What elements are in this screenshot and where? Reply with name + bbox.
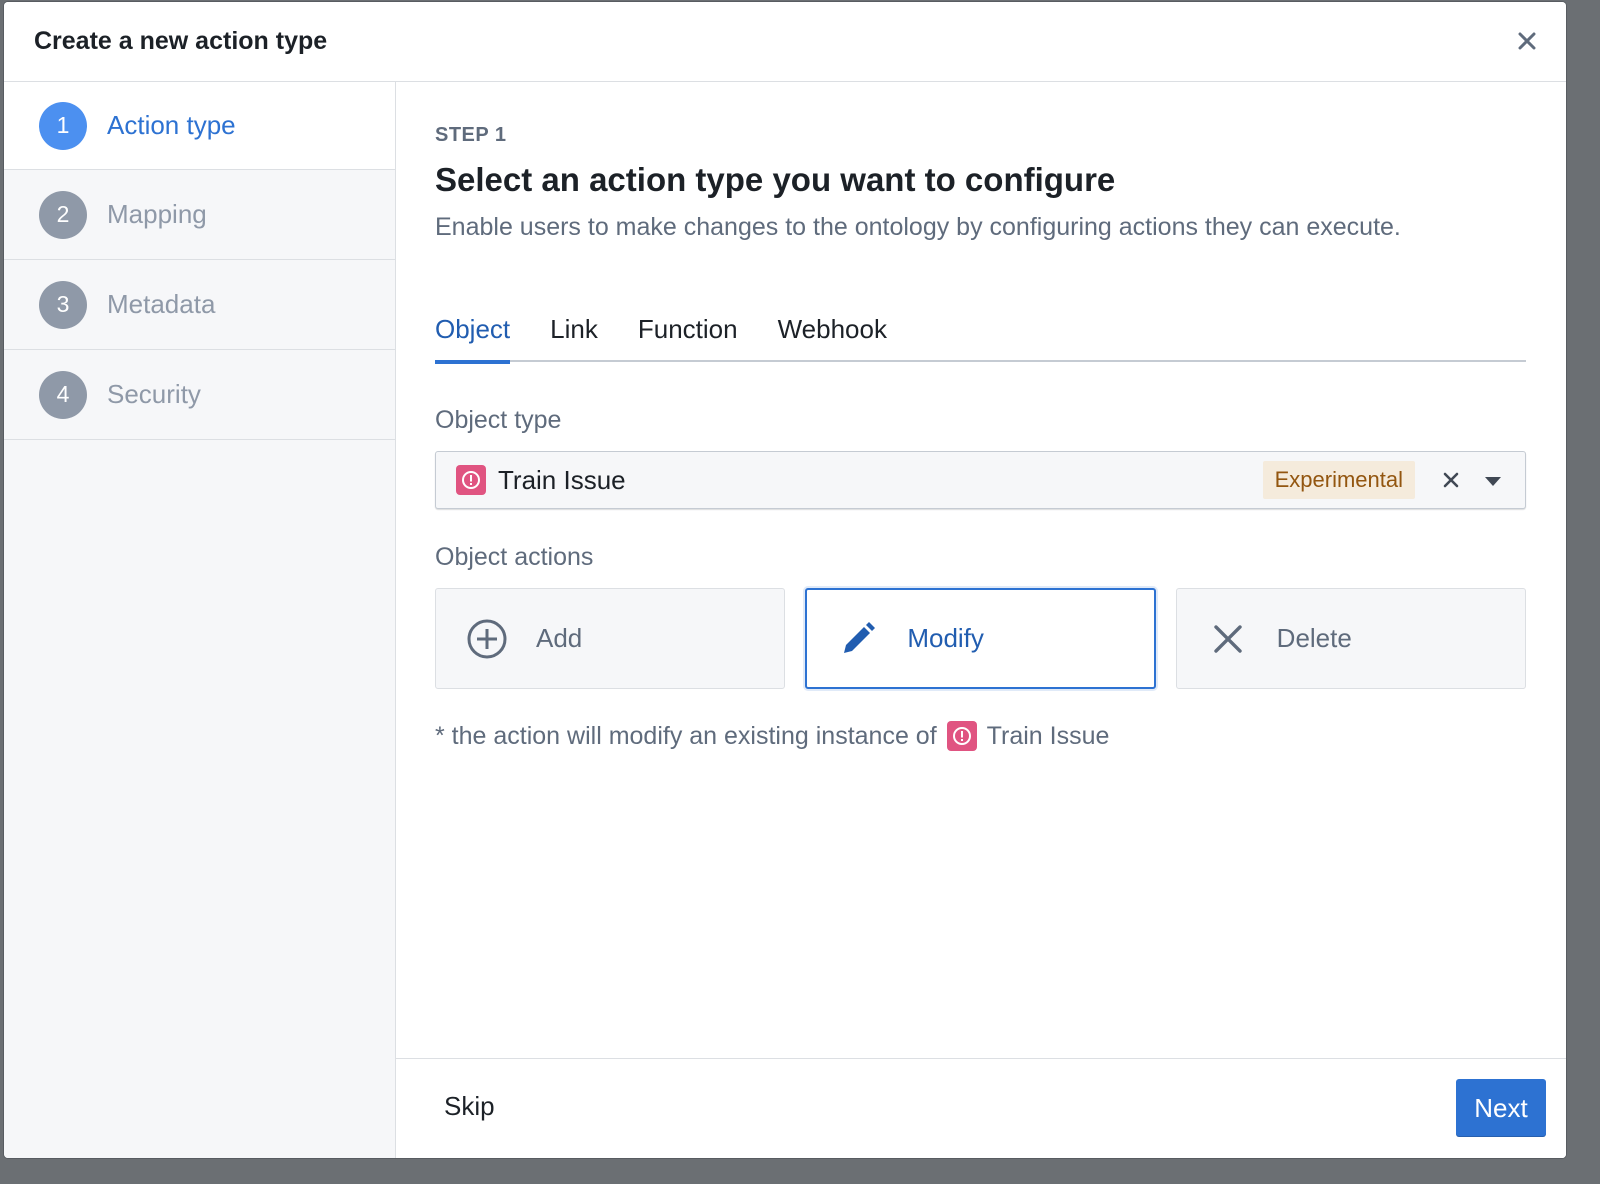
action-kind-tabs: Object Link Function Webhook xyxy=(435,314,1526,364)
tab-link[interactable]: Link xyxy=(550,314,598,362)
pencil-icon xyxy=(837,618,879,660)
step-number: 2 xyxy=(39,190,87,239)
object-type-value: Train Issue xyxy=(498,464,626,495)
plus-circle-icon xyxy=(466,618,508,660)
tab-function[interactable]: Function xyxy=(638,314,738,362)
step-label: Metadata xyxy=(107,289,216,319)
step-item-security[interactable]: 4 Security xyxy=(4,350,395,440)
action-label: Modify xyxy=(907,623,984,653)
cross-icon xyxy=(1207,618,1249,660)
experimental-badge: Experimental xyxy=(1262,461,1415,499)
cross-small-icon xyxy=(1443,472,1459,488)
caret-down-icon xyxy=(1485,477,1501,486)
object-type-select[interactable]: Train Issue Experimental xyxy=(435,451,1526,509)
note-object-name: Train Issue xyxy=(986,721,1110,750)
step-item-metadata[interactable]: 3 Metadata xyxy=(4,260,395,350)
note-text: * the action will modify an existing ins… xyxy=(435,721,937,750)
step-label: Mapping xyxy=(107,199,207,229)
step-number: 3 xyxy=(39,280,87,329)
action-label: Delete xyxy=(1276,623,1352,653)
step-kicker: STEP 1 xyxy=(435,124,507,146)
step-item-action-type[interactable]: 1 Action type xyxy=(4,82,395,170)
close-button[interactable] xyxy=(1512,26,1542,56)
close-icon xyxy=(1518,32,1536,50)
action-note: * the action will modify an existing ins… xyxy=(435,721,1526,751)
alert-circle-icon xyxy=(946,721,977,751)
step-item-mapping[interactable]: 2 Mapping xyxy=(4,170,395,260)
object-actions: Add Modify Delete xyxy=(435,588,1526,689)
alert-circle-icon xyxy=(456,465,486,495)
step-number: 4 xyxy=(39,370,87,419)
object-type-label: Object type xyxy=(435,406,562,434)
next-button[interactable]: Next xyxy=(1456,1079,1546,1137)
dialog-footer: Skip Next xyxy=(396,1058,1566,1158)
step-content: STEP 1 Select an action type you want to… xyxy=(435,82,1526,751)
tab-webhook[interactable]: Webhook xyxy=(778,314,887,362)
action-label: Add xyxy=(536,623,583,653)
dialog-header: Create a new action type xyxy=(4,2,1566,82)
dialog: Create a new action type 1 Action type 2… xyxy=(4,2,1566,1158)
main-panel: STEP 1 Select an action type you want to… xyxy=(396,82,1566,1158)
dropdown-toggle[interactable] xyxy=(1483,472,1503,490)
page-subtitle: Enable users to make changes to the onto… xyxy=(435,213,1401,241)
skip-button[interactable]: Skip xyxy=(444,1091,495,1122)
step-number: 1 xyxy=(39,101,87,150)
tab-object[interactable]: Object xyxy=(435,314,511,364)
add-action-card[interactable]: Add xyxy=(435,588,786,689)
page-title: Select an action type you want to config… xyxy=(435,161,1116,198)
step-label: Action type xyxy=(107,110,236,140)
clear-selection-button[interactable] xyxy=(1439,468,1463,492)
delete-action-card[interactable]: Delete xyxy=(1175,588,1526,689)
modify-action-card[interactable]: Modify xyxy=(805,588,1156,689)
object-actions-label: Object actions xyxy=(435,543,594,571)
dialog-title: Create a new action type xyxy=(34,27,328,55)
step-label: Security xyxy=(107,379,201,409)
steps-sidebar: 1 Action type 2 Mapping 3 Metadata 4 Sec… xyxy=(4,82,396,1158)
